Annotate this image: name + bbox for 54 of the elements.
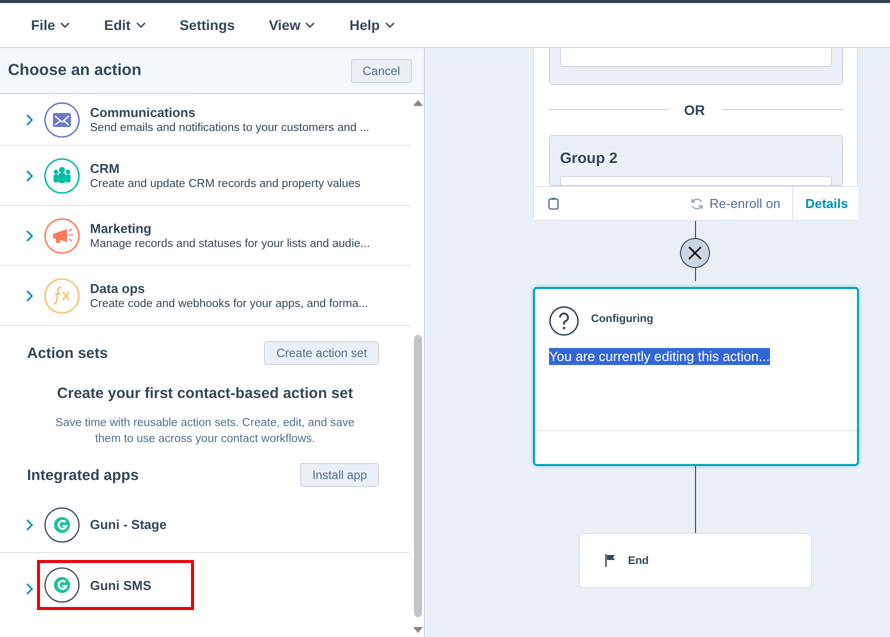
category-description: Create and update CRM records and property values bbox=[90, 178, 360, 190]
section-heading: Integrated apps bbox=[27, 466, 139, 484]
group-title: Group 2 bbox=[560, 150, 618, 167]
category-description: Manage records and statuses for your lists and audie... bbox=[90, 238, 370, 250]
menu-item[interactable]: View bbox=[268, 17, 316, 33]
reenroll-status: Re-enroll on bbox=[710, 196, 780, 211]
refresh-icon bbox=[690, 196, 704, 210]
app-name: Guni SMS bbox=[90, 578, 152, 592]
action-card-title: Configuring bbox=[591, 313, 654, 325]
app-name: Guni - Stage bbox=[90, 517, 167, 532]
chevron-icon bbox=[24, 228, 34, 242]
chevron-icon bbox=[24, 582, 34, 596]
category-title: Communications bbox=[90, 105, 196, 120]
flag-icon bbox=[605, 554, 616, 567]
caret-icon bbox=[136, 22, 146, 28]
chevron-icon bbox=[24, 518, 34, 532]
category-description: Create code and webhooks for your apps, and forma... bbox=[90, 298, 368, 310]
action-card-text: You are currently editing this action... bbox=[549, 348, 770, 365]
category-title: CRM bbox=[90, 161, 121, 176]
caret-icon bbox=[60, 22, 70, 28]
empty-state-text: Save time with reusable action sets. Create, edit, and save them to use across your contact workflows. bbox=[54, 416, 356, 447]
scrollbar-thumb[interactable] bbox=[414, 335, 422, 617]
action-category[interactable]: Data ops Create code and webhooks for your apps, and forma... bbox=[0, 266, 410, 326]
caret-icon bbox=[305, 22, 316, 28]
caret-icon bbox=[384, 22, 395, 28]
chevron-icon bbox=[24, 112, 34, 126]
panel-title: Choose an action bbox=[8, 62, 142, 80]
menu-item[interactable]: Help bbox=[349, 17, 395, 33]
cancel-button[interactable]: Cancel bbox=[350, 58, 412, 82]
menu-item[interactable]: Settings bbox=[180, 17, 235, 33]
menu-item[interactable]: File bbox=[31, 17, 70, 33]
action-category[interactable]: Marketing Manage records and statuses for your lists and audie... bbox=[0, 206, 410, 266]
create-action-set-button[interactable]: Create action set bbox=[264, 341, 380, 365]
menu-item[interactable]: Edit bbox=[104, 17, 146, 33]
or-label: OR bbox=[684, 102, 705, 118]
action-category[interactable]: CRM Create and update CRM records and property values bbox=[0, 146, 410, 206]
end-label: End bbox=[628, 554, 649, 566]
chevron-icon bbox=[24, 288, 34, 302]
action-category[interactable]: Communications Send emails and notifications to your customers and ... bbox=[0, 94, 410, 146]
chevron-icon bbox=[24, 168, 34, 182]
empty-state-title: Create your first contact-based action set bbox=[56, 385, 354, 402]
category-title: Marketing bbox=[90, 221, 152, 236]
section-heading: Action sets bbox=[27, 344, 108, 362]
app-logo-icon bbox=[44, 506, 80, 542]
app-item[interactable]: Guni SMS bbox=[40, 563, 192, 607]
category-description: Send emails and notifications to your customers and ... bbox=[90, 122, 370, 134]
help-icon bbox=[549, 306, 579, 336]
category-title: Data ops bbox=[90, 281, 146, 296]
clipboard-icon[interactable] bbox=[548, 197, 559, 210]
app-item[interactable]: Guni - Stage bbox=[40, 502, 207, 546]
app-logo-icon bbox=[44, 567, 80, 603]
install-app-button[interactable]: Install app bbox=[300, 463, 380, 487]
details-button[interactable]: Details bbox=[792, 186, 858, 220]
close-icon[interactable] bbox=[680, 238, 710, 268]
